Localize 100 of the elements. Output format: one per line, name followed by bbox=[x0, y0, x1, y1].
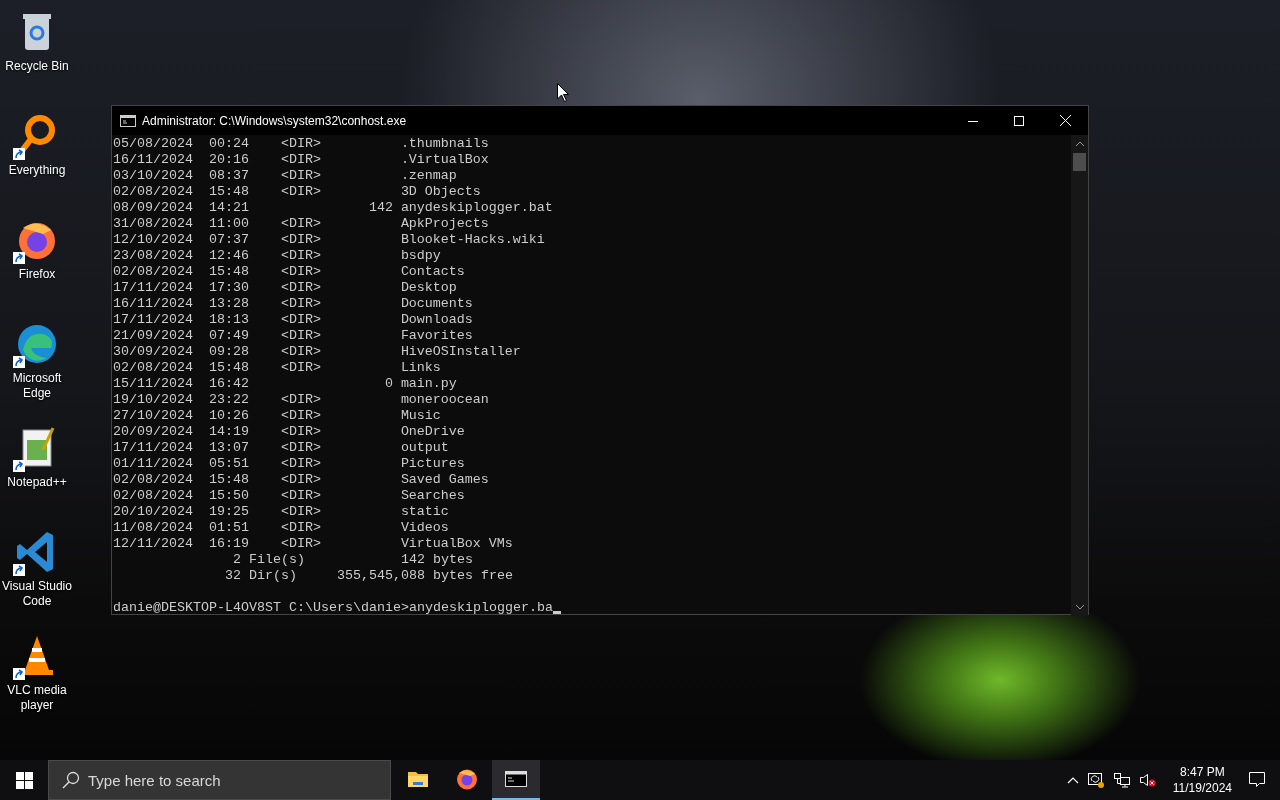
time-text: 09:28 bbox=[208, 344, 250, 360]
type-text: <DIR> bbox=[280, 168, 322, 184]
file-name: Music bbox=[400, 408, 442, 424]
icon-label[interactable]: Firefox bbox=[18, 267, 56, 282]
date-text: 02/08/2024 bbox=[113, 488, 194, 504]
time-text: 10:26 bbox=[208, 408, 250, 424]
date-text: 27/10/2024 bbox=[113, 408, 194, 424]
icon-label[interactable]: Microsoft Edge bbox=[0, 371, 74, 401]
file-name: Documents bbox=[400, 296, 474, 312]
file-name: Desktop bbox=[400, 280, 458, 296]
amount-text: 355,545,088 bbox=[335, 568, 425, 584]
file-name: moneroocean bbox=[400, 392, 490, 408]
date-text: 01/11/2024 bbox=[113, 456, 194, 472]
time-text: 00:24 bbox=[208, 136, 250, 152]
type-text: <DIR> bbox=[280, 232, 322, 248]
count-text: 32 bbox=[223, 568, 241, 584]
time-text: 16:42 bbox=[208, 376, 250, 392]
command-input[interactable]: anydeskiplogger.ba bbox=[408, 600, 553, 616]
scroll-up-icon[interactable] bbox=[1075, 141, 1084, 146]
time-text: 07:37 bbox=[208, 232, 250, 248]
sync-icon[interactable] bbox=[1086, 771, 1105, 789]
file-name: OneDrive bbox=[400, 424, 466, 440]
file-name: .VirtualBox bbox=[400, 152, 490, 168]
scrollbar-thumb[interactable] bbox=[1073, 153, 1086, 171]
unit-text: bytes free bbox=[432, 568, 514, 584]
windows-logo-icon bbox=[15, 771, 33, 789]
date-text: 23/08/2024 bbox=[113, 248, 194, 264]
type-text: <DIR> bbox=[280, 392, 322, 408]
type-text: <DIR> bbox=[280, 312, 322, 328]
type-text: <DIR> bbox=[280, 408, 322, 424]
time-text: 18:13 bbox=[208, 312, 250, 328]
type-text: <DIR> bbox=[280, 280, 322, 296]
time-text: 05:51 bbox=[208, 456, 250, 472]
type-text: <DIR> bbox=[280, 328, 322, 344]
type-text: <DIR> bbox=[280, 360, 322, 376]
time-text: 12:46 bbox=[208, 248, 250, 264]
chevron-up-icon[interactable] bbox=[1066, 776, 1079, 784]
time-text: 15:50 bbox=[208, 488, 250, 504]
file-name: 3D Objects bbox=[400, 184, 482, 200]
search-field[interactable]: Type here to search bbox=[48, 760, 391, 800]
file-name: Links bbox=[400, 360, 442, 376]
file-name: Contacts bbox=[400, 264, 466, 280]
clock[interactable]: 8:47 PM 11/19/2024 bbox=[1164, 764, 1240, 796]
date-text: 12/10/2024 bbox=[113, 232, 194, 248]
time-text: 23:22 bbox=[208, 392, 250, 408]
type-text: <DIR> bbox=[280, 424, 322, 440]
prompt-text: danie@DESKTOP-L4OV8ST C:\Users\danie> bbox=[113, 600, 409, 616]
time-text: 19:25 bbox=[208, 504, 250, 520]
time-text: 20:16 bbox=[208, 152, 250, 168]
fox-icon bbox=[455, 767, 479, 791]
icon-label[interactable]: Visual Studio Code bbox=[0, 579, 74, 609]
time-text: 08:37 bbox=[208, 168, 250, 184]
type-text: <DIR> bbox=[280, 504, 322, 520]
time-text: 07:49 bbox=[208, 328, 250, 344]
file-name: ApkProjects bbox=[400, 216, 490, 232]
file-name: Blooket-Hacks.wiki bbox=[400, 232, 546, 248]
taskbar-app[interactable] bbox=[492, 760, 540, 800]
date-text: 15/11/2024 bbox=[113, 376, 194, 392]
type-text: <DIR> bbox=[280, 296, 322, 312]
date-text: 20/09/2024 bbox=[113, 424, 194, 440]
network-icon[interactable] bbox=[1112, 772, 1131, 788]
pointer-icon bbox=[557, 83, 569, 102]
date-text: 30/09/2024 bbox=[113, 344, 194, 360]
file-name: anydeskiplogger.bat bbox=[400, 200, 554, 216]
summary-label: Dir(s) bbox=[248, 568, 298, 584]
icon-label[interactable]: Everything bbox=[8, 163, 66, 178]
date-text: 31/08/2024 bbox=[113, 216, 194, 232]
date-text: 02/08/2024 bbox=[113, 184, 194, 200]
file-name: .thumbnails bbox=[400, 136, 490, 152]
type-text: <DIR> bbox=[280, 264, 322, 280]
type-text: <DIR> bbox=[280, 248, 322, 264]
notification-icon[interactable] bbox=[1248, 771, 1266, 789]
scroll-down-icon[interactable] bbox=[1075, 605, 1084, 610]
file-name: Videos bbox=[400, 520, 450, 536]
date-text: 11/08/2024 bbox=[113, 520, 194, 536]
time-text: 17:30 bbox=[208, 280, 250, 296]
date-text: 17/11/2024 bbox=[113, 312, 194, 328]
file-name: main.py bbox=[400, 376, 458, 392]
type-text: <DIR> bbox=[280, 344, 322, 360]
file-name: VirtualBox VMs bbox=[400, 536, 514, 552]
type-text: <DIR> bbox=[280, 520, 322, 536]
type-text: <DIR> bbox=[280, 152, 322, 168]
type-text: <DIR> bbox=[280, 488, 322, 504]
icon-label[interactable]: VLC media player bbox=[0, 683, 74, 713]
type-text: <DIR> bbox=[280, 456, 322, 472]
summary-label: File(s) bbox=[248, 552, 305, 568]
unit-text: bytes bbox=[432, 552, 474, 568]
date-text: 05/08/2024 bbox=[113, 136, 194, 152]
icon-label[interactable]: Recycle Bin bbox=[5, 59, 69, 74]
file-name: Saved Games bbox=[400, 472, 490, 488]
date-text: 16/11/2024 bbox=[113, 152, 194, 168]
type-text: <DIR> bbox=[280, 136, 322, 152]
time-text: 15:48 bbox=[208, 360, 250, 376]
file-name: output bbox=[400, 440, 450, 456]
muted-speaker-icon[interactable] bbox=[1138, 772, 1157, 788]
scrollbar[interactable] bbox=[1071, 135, 1088, 616]
date-text: 17/11/2024 bbox=[113, 440, 194, 456]
file-name: Searches bbox=[400, 488, 466, 504]
time-text: 14:21 bbox=[208, 200, 250, 216]
icon-label[interactable]: Notepad++ bbox=[7, 475, 67, 490]
